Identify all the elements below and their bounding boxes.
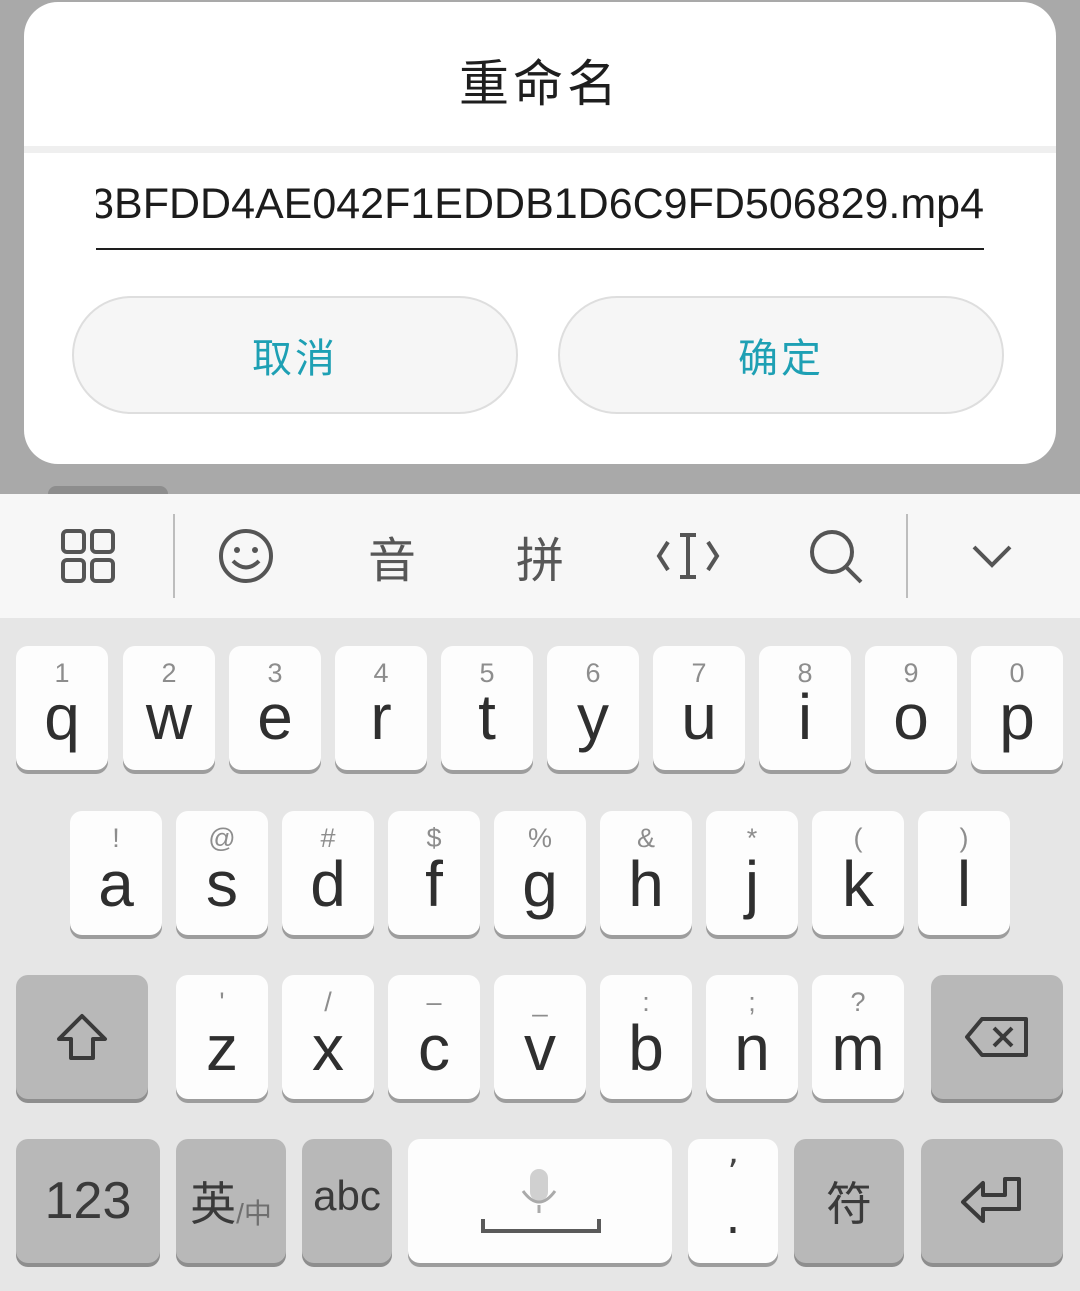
key-m[interactable]: ? m [812, 975, 904, 1099]
key-w[interactable]: 2 w [123, 646, 215, 770]
key-r[interactable]: 4 r [335, 646, 427, 770]
key-label: n [734, 1012, 770, 1084]
key-label: i [797, 681, 813, 753]
toolbar-divider [906, 514, 908, 598]
search-icon[interactable] [796, 494, 876, 618]
key-label: o [893, 681, 929, 753]
key-label: r [370, 681, 392, 753]
key-a[interactable]: ! a [70, 811, 162, 935]
key-label: m [831, 1012, 885, 1084]
key-label: s [206, 848, 238, 920]
numbers-key-label: 123 [44, 1172, 132, 1230]
key-x[interactable]: / x [282, 975, 374, 1099]
key-label: f [425, 848, 443, 920]
key-label: k [842, 848, 874, 920]
space-key[interactable] [408, 1139, 672, 1263]
collapse-keyboard-icon[interactable] [952, 494, 1032, 618]
punctuation-main-label: . [725, 1189, 741, 1245]
shift-icon [16, 975, 148, 1099]
enter-icon [921, 1139, 1063, 1263]
key-i[interactable]: 8 i [759, 646, 851, 770]
key-c[interactable]: – c [388, 975, 480, 1099]
key-label: q [44, 681, 80, 753]
key-label: e [257, 681, 293, 753]
key-label: z [206, 1012, 238, 1084]
key-k[interactable]: ( k [812, 811, 904, 935]
key-t[interactable]: 5 t [441, 646, 533, 770]
abc-key[interactable]: abc [302, 1139, 392, 1263]
key-label: b [628, 1012, 664, 1084]
pinyin-toggle[interactable]: 拼 [500, 494, 580, 618]
punctuation-top-label: ’ [727, 1153, 739, 1194]
key-j[interactable]: * j [706, 811, 798, 935]
key-label: d [310, 848, 346, 920]
key-d[interactable]: # d [282, 811, 374, 935]
key-label: g [522, 848, 558, 920]
key-v[interactable]: _ v [494, 975, 586, 1099]
backspace-icon [931, 975, 1063, 1099]
key-b[interactable]: : b [600, 975, 692, 1099]
key-label: a [98, 848, 134, 920]
shift-key[interactable] [16, 975, 148, 1099]
language-switch-label: 英/中 [176, 1139, 286, 1263]
key-label: t [478, 681, 496, 753]
space-bar-icon [408, 1139, 672, 1263]
key-label: c [418, 1012, 450, 1084]
key-e[interactable]: 3 e [229, 646, 321, 770]
keyboard-toolbar: 音 拼 [0, 494, 1080, 618]
cursor-move-icon[interactable] [648, 494, 728, 618]
key-u[interactable]: 7 u [653, 646, 745, 770]
language-primary-label: 英 [190, 1178, 237, 1230]
abc-key-label: abc [313, 1172, 381, 1219]
numbers-key[interactable]: 123 [16, 1139, 160, 1263]
key-label: h [628, 848, 664, 920]
dialog-title: 重命名 [459, 55, 621, 113]
toolbar-divider [173, 514, 175, 598]
dialog-divider [24, 146, 1056, 153]
filename-input[interactable] [96, 174, 984, 234]
enter-key[interactable] [921, 1139, 1063, 1263]
key-q[interactable]: 1 q [16, 646, 108, 770]
key-o[interactable]: 9 o [865, 646, 957, 770]
key-label: p [999, 681, 1035, 753]
key-f[interactable]: $ f [388, 811, 480, 935]
voice-input-toggle[interactable]: 音 [352, 494, 432, 618]
key-label: u [681, 681, 717, 753]
confirm-button[interactable]: 确定 [558, 296, 1004, 414]
symbols-key-label: 符 [826, 1178, 872, 1230]
filename-field[interactable] [96, 174, 984, 250]
backspace-key[interactable] [931, 975, 1063, 1099]
key-label: l [956, 848, 972, 920]
key-label: x [312, 1012, 344, 1084]
key-l[interactable]: ) l [918, 811, 1010, 935]
symbols-key[interactable]: 符 [794, 1139, 904, 1263]
punctuation-key[interactable]: ’ . [688, 1139, 778, 1263]
key-z[interactable]: ' z [176, 975, 268, 1099]
language-switch-key[interactable]: 英/中 [176, 1139, 286, 1263]
key-s[interactable]: @ s [176, 811, 268, 935]
key-y[interactable]: 6 y [547, 646, 639, 770]
key-g[interactable]: % g [494, 811, 586, 935]
key-label: w [145, 681, 193, 753]
menu-grid-icon[interactable] [48, 494, 128, 618]
key-label: v [524, 1012, 556, 1084]
emoji-icon[interactable] [206, 494, 286, 618]
key-label: j [744, 848, 760, 920]
language-secondary-label: /中 [236, 1198, 272, 1229]
key-p[interactable]: 0 p [971, 646, 1063, 770]
key-n[interactable]: ; n [706, 975, 798, 1099]
rename-dialog: 重命名 取消 确定 [24, 2, 1056, 464]
cancel-button[interactable]: 取消 [72, 296, 518, 414]
key-label: y [577, 681, 609, 753]
key-h[interactable]: & h [600, 811, 692, 935]
